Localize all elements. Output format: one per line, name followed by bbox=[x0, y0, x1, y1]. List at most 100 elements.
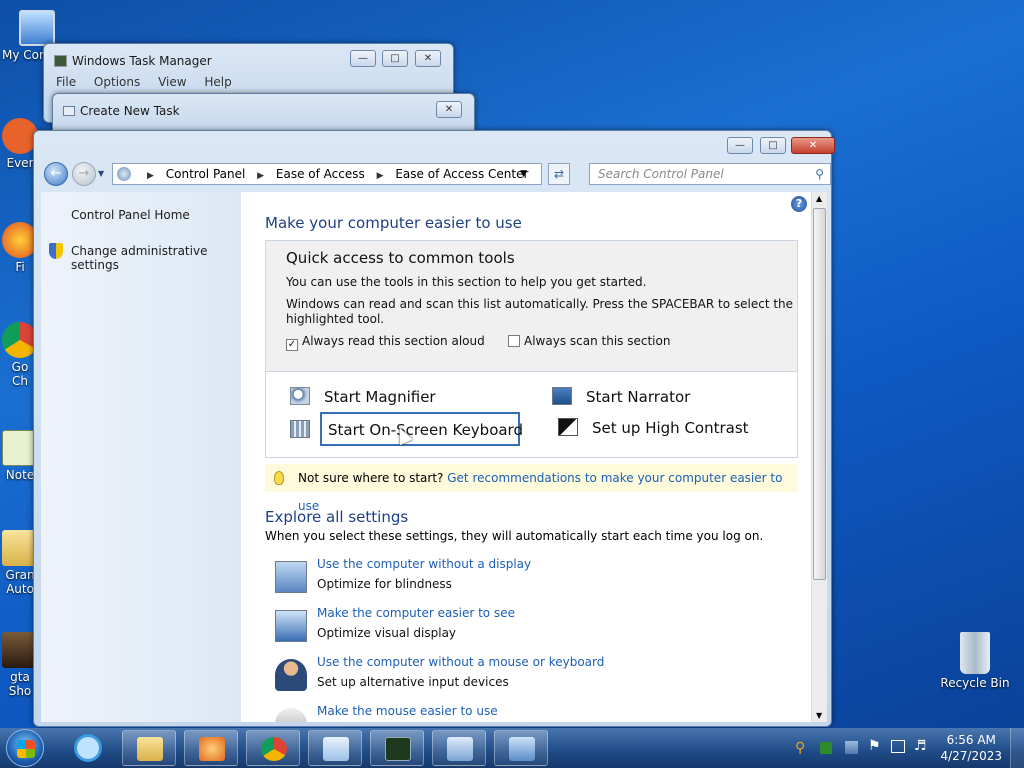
quick-access-box: Quick access to common tools You can use… bbox=[265, 240, 798, 458]
help-icon[interactable]: ? bbox=[791, 196, 807, 212]
setting-link[interactable]: Make the computer easier to see bbox=[317, 606, 515, 620]
taskbar-media-player[interactable] bbox=[184, 730, 238, 766]
desktop-icon-label: Recycle Bin bbox=[940, 676, 1010, 690]
taskbar-control-panel[interactable] bbox=[494, 730, 548, 766]
page-title: Make your computer easier to use bbox=[265, 214, 522, 232]
start-magnifier-button[interactable]: Start Magnifier bbox=[290, 387, 436, 406]
ease-of-access-window[interactable]: — □ ✕ ← → ▼ ▶ Control Panel ▶ Ease of Ac… bbox=[33, 130, 835, 727]
quick-access-header: Quick access to common tools You can use… bbox=[266, 241, 797, 372]
run-icon bbox=[63, 106, 75, 116]
action-center-flag-icon[interactable]: ⚑ bbox=[868, 738, 881, 754]
setting-link[interactable]: Make the mouse easier to use bbox=[317, 704, 498, 718]
menu-view[interactable]: View bbox=[158, 75, 186, 89]
ie-icon[interactable] bbox=[74, 734, 102, 762]
start-button[interactable] bbox=[6, 729, 44, 767]
checkbox-checked-icon[interactable]: ✓ bbox=[286, 339, 298, 351]
setting-link[interactable]: Use the computer without a mouse or keyb… bbox=[317, 655, 604, 669]
window-title: Create New Task bbox=[80, 104, 180, 118]
windows-logo-icon bbox=[17, 740, 35, 758]
back-button[interactable]: ← bbox=[44, 162, 68, 186]
tray-search-icon[interactable]: ⚲ bbox=[795, 740, 805, 756]
maximize-button[interactable]: □ bbox=[760, 137, 786, 154]
always-scan-checkbox[interactable]: Always scan this section bbox=[508, 334, 670, 348]
setting-item-easier-to-see[interactable]: Make the computer easier to see Optimize… bbox=[275, 606, 775, 650]
start-on-screen-keyboard-label: Start On-Screen Keyboard bbox=[328, 421, 523, 439]
maximize-button[interactable]: □ bbox=[382, 50, 408, 67]
scrollbar-thumb[interactable] bbox=[813, 208, 826, 580]
navigation-bar: ← → ▼ ▶ Control Panel ▶ Ease of Access ▶… bbox=[40, 159, 831, 189]
display-speaker-icon bbox=[275, 561, 307, 593]
tray-network-icon[interactable] bbox=[845, 741, 858, 754]
setting-desc: Optimize visual display bbox=[317, 626, 457, 640]
task-manager-icon bbox=[54, 55, 67, 67]
breadcrumb-ease-of-access[interactable]: Ease of Access bbox=[276, 167, 365, 181]
taskbar-notepad[interactable] bbox=[308, 730, 362, 766]
start-magnifier-label: Start Magnifier bbox=[324, 388, 436, 406]
search-icon[interactable]: ⚲ bbox=[815, 164, 824, 184]
recent-pages-icon[interactable]: ▼ bbox=[98, 169, 104, 178]
menu-bar: File Options View Help bbox=[56, 75, 232, 89]
breadcrumb-separator-icon: ▶ bbox=[147, 171, 154, 181]
checkbox-unchecked-icon[interactable] bbox=[508, 335, 520, 347]
menu-help[interactable]: Help bbox=[204, 75, 231, 89]
breadcrumb-separator-icon: ▶ bbox=[376, 171, 384, 181]
always-read-checkbox[interactable]: ✓ Always read this section aloud bbox=[286, 334, 485, 351]
chevron-down-icon[interactable]: ▼ bbox=[520, 164, 527, 184]
close-button[interactable]: ✕ bbox=[791, 137, 835, 154]
chrome-icon bbox=[261, 737, 287, 761]
setting-link[interactable]: Use the computer without a display bbox=[317, 557, 531, 571]
control-panel-icon bbox=[509, 737, 535, 761]
high-contrast-icon bbox=[558, 418, 578, 436]
search-input[interactable]: Search Control Panel ⚲ bbox=[589, 163, 831, 185]
breadcrumb-ease-of-access-center[interactable]: Ease of Access Center bbox=[395, 167, 528, 181]
scroll-down-icon[interactable]: ▼ bbox=[816, 711, 822, 720]
refresh-button[interactable]: ⇄ bbox=[548, 163, 570, 185]
minimize-button[interactable]: — bbox=[727, 137, 753, 154]
scroll-up-icon[interactable]: ▲ bbox=[816, 194, 822, 203]
taskbar-explorer[interactable] bbox=[122, 730, 176, 766]
taskbar-run[interactable] bbox=[432, 730, 486, 766]
explore-settings-title: Explore all settings bbox=[265, 508, 409, 526]
taskbar: ⚲ ⚑ ♬ 6:56 AM 4/27/2023 bbox=[0, 728, 1024, 768]
change-admin-settings-link[interactable]: Change administrative settings bbox=[71, 244, 241, 272]
set-up-high-contrast-button[interactable]: Set up High Contrast bbox=[558, 418, 749, 437]
quick-access-title: Quick access to common tools bbox=[286, 249, 515, 267]
set-up-high-contrast-label: Set up High Contrast bbox=[592, 419, 749, 437]
setting-desc: Optimize for blindness bbox=[317, 577, 452, 591]
start-narrator-button[interactable]: Start Narrator bbox=[552, 387, 690, 406]
window-title: Windows Task Manager bbox=[72, 54, 212, 68]
search-placeholder: Search Control Panel bbox=[598, 167, 724, 181]
explore-settings-subtitle: When you select these settings, they wil… bbox=[265, 529, 764, 543]
show-desktop-button[interactable] bbox=[1010, 728, 1024, 768]
address-bar[interactable]: ▶ Control Panel ▶ Ease of Access ▶ Ease … bbox=[112, 163, 542, 185]
tip-text: Not sure where to start? bbox=[298, 471, 444, 485]
menu-file[interactable]: File bbox=[56, 75, 76, 89]
taskbar-task-manager[interactable] bbox=[370, 730, 424, 766]
content-area: Control Panel Home Change administrative… bbox=[41, 192, 827, 722]
taskbar-chrome[interactable] bbox=[246, 730, 300, 766]
breadcrumb-control-panel[interactable]: Control Panel bbox=[166, 167, 246, 181]
tray-app-icon[interactable] bbox=[820, 742, 832, 754]
volume-icon[interactable]: ♬ bbox=[914, 738, 927, 754]
vertical-scrollbar[interactable]: ▲ ▼ bbox=[811, 192, 827, 722]
magnify-monitor-icon bbox=[275, 610, 307, 642]
control-panel-home-link[interactable]: Control Panel Home bbox=[71, 208, 190, 222]
setting-desc: Set up alternative input devices bbox=[317, 675, 509, 689]
narrator-icon bbox=[552, 387, 572, 405]
close-button[interactable]: ✕ bbox=[415, 50, 441, 67]
setting-item-no-mouse-keyboard[interactable]: Use the computer without a mouse or keyb… bbox=[275, 655, 775, 699]
setting-item-mouse-easier[interactable]: Make the mouse easier to use bbox=[275, 704, 775, 722]
mouse-icon bbox=[275, 708, 307, 722]
network-icon[interactable] bbox=[891, 740, 905, 753]
desktop-icon-recycle-bin[interactable]: Recycle Bin bbox=[940, 632, 1010, 690]
close-button[interactable]: ✕ bbox=[436, 101, 462, 118]
menu-options[interactable]: Options bbox=[94, 75, 140, 89]
setting-item-no-display[interactable]: Use the computer without a display Optim… bbox=[275, 557, 775, 601]
media-player-icon bbox=[199, 737, 225, 761]
magnifier-icon bbox=[290, 387, 310, 405]
minimize-button[interactable]: — bbox=[350, 50, 376, 67]
forward-button[interactable]: → bbox=[72, 162, 96, 186]
always-read-label: Always read this section aloud bbox=[302, 334, 485, 348]
clock[interactable]: 6:56 AM 4/27/2023 bbox=[940, 732, 1002, 764]
person-icon bbox=[275, 659, 307, 691]
